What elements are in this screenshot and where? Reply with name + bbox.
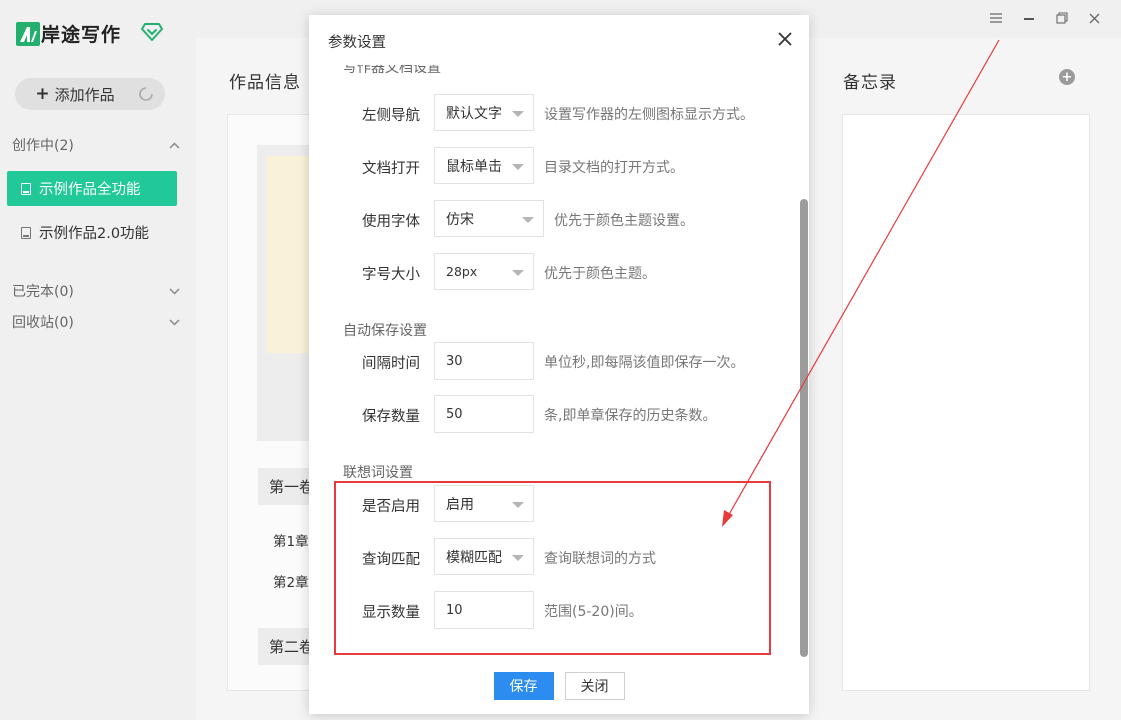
app-logo: 岸途写作 <box>16 20 121 47</box>
work-item-full-demo[interactable]: 示例作品全功能 <box>7 171 177 206</box>
setting-hint: 设置写作器的左侧图标显示方式。 <box>544 107 754 123</box>
setting-label: 左侧导航 <box>362 108 420 124</box>
setting-row-show-count: 显示数量 10 范围(5-20)间。 <box>309 591 789 629</box>
caret-down-icon <box>522 217 534 223</box>
work-item-label: 示例作品2.0功能 <box>39 226 150 242</box>
input-value: 10 <box>446 602 463 618</box>
sidebar: 岸途写作 + 添加作品 创作中(2) 示例作品全功能 示例作品2.0功能 已完本… <box>0 0 196 720</box>
modal-body: 写作器文档设置 左侧导航 默认文字 设置写作器的左侧图标显示方式。 文档打开 鼠… <box>309 63 809 665</box>
setting-row-match: 查询匹配 模糊匹配 查询联想词的方式 <box>309 538 789 576</box>
section-autosave: 自动保存设置 <box>343 323 427 339</box>
book-icon <box>21 226 31 239</box>
app-name: 岸途写作 <box>41 24 122 46</box>
font-size-select[interactable]: 28px <box>434 253 534 290</box>
refresh-icon[interactable] <box>135 83 157 105</box>
setting-row-doc-open: 文档打开 鼠标单击 目录文档的打开方式。 <box>309 147 789 185</box>
save-count-input[interactable]: 50 <box>434 395 534 433</box>
caret-down-icon <box>512 111 524 117</box>
chevron-down-icon <box>169 316 180 329</box>
section-editor-doc: 写作器文档设置 <box>343 63 441 76</box>
setting-row-font: 使用字体 仿宋 优先于颜色主题设置。 <box>309 200 789 238</box>
setting-row-font-size: 字号大小 28px 优先于颜色主题。 <box>309 253 789 291</box>
select-value: 28px <box>446 264 478 279</box>
work-info-title: 作品信息 <box>229 73 301 93</box>
input-value: 30 <box>446 353 463 369</box>
setting-label: 保存数量 <box>362 409 420 425</box>
setting-label: 间隔时间 <box>362 356 420 372</box>
modal-footer: 保存 关闭 <box>309 672 809 702</box>
group-finished[interactable]: 已完本(0) <box>12 281 180 301</box>
group-label: 创作中(2) <box>12 138 74 154</box>
setting-hint: 单位秒,即每隔该值即保存一次。 <box>544 355 745 371</box>
window-controls <box>979 8 1111 28</box>
group-label: 回收站(0) <box>12 315 74 331</box>
minimize-icon[interactable] <box>1012 8 1045 28</box>
caret-down-icon <box>512 502 524 508</box>
close-button[interactable]: 关闭 <box>564 672 625 700</box>
chevron-down-icon <box>169 285 180 298</box>
work-item-v2-demo[interactable]: 示例作品2.0功能 <box>7 215 177 250</box>
plus-icon: + <box>35 84 50 104</box>
match-select[interactable]: 模糊匹配 <box>434 538 534 575</box>
select-value: 鼠标单击 <box>446 158 502 175</box>
doc-open-select[interactable]: 鼠标单击 <box>434 147 534 184</box>
group-in-progress[interactable]: 创作中(2) <box>12 135 180 155</box>
book-icon <box>21 182 31 195</box>
setting-label: 使用字体 <box>362 214 420 230</box>
setting-hint: 范围(5-20)间。 <box>544 604 643 620</box>
show-count-input[interactable]: 10 <box>434 591 534 629</box>
select-value: 仿宋 <box>446 211 474 228</box>
select-value: 默认文字 <box>446 105 502 122</box>
setting-hint: 查询联想词的方式 <box>544 551 656 567</box>
add-work-label: 添加作品 <box>54 85 115 104</box>
select-value: 模糊匹配 <box>446 549 502 566</box>
chapter-row[interactable]: 第1章 <box>273 530 313 550</box>
menu-icon[interactable] <box>979 8 1012 28</box>
vip-diamond-icon[interactable] <box>141 22 163 46</box>
group-label: 已完本(0) <box>12 284 74 300</box>
font-select[interactable]: 仿宋 <box>434 200 544 237</box>
enabled-select[interactable]: 启用 <box>434 485 534 522</box>
select-value: 启用 <box>446 496 474 513</box>
section-suggest: 联想词设置 <box>343 465 413 481</box>
memo-title: 备忘录 <box>843 73 897 93</box>
interval-input[interactable]: 30 <box>434 342 534 380</box>
setting-row-save-count: 保存数量 50 条,即单章保存的历史条数。 <box>309 395 789 433</box>
logo-icon <box>16 21 40 46</box>
left-nav-select[interactable]: 默认文字 <box>434 94 534 131</box>
close-window-icon[interactable] <box>1078 8 1111 28</box>
add-memo-icon[interactable]: + <box>1059 69 1075 85</box>
settings-modal: 参数设置 写作器文档设置 左侧导航 默认文字 设置写作器的左侧图标显示方式。 文… <box>309 15 809 714</box>
setting-row-enabled: 是否启用 启用 <box>309 485 789 523</box>
chevron-up-icon <box>169 139 180 152</box>
save-button[interactable]: 保存 <box>493 672 554 700</box>
memo-card[interactable] <box>842 114 1090 691</box>
modal-title: 参数设置 <box>328 35 386 51</box>
setting-label: 文档打开 <box>362 161 420 177</box>
setting-hint: 条,即单章保存的历史条数。 <box>544 408 717 424</box>
caret-down-icon <box>512 164 524 170</box>
setting-row-interval: 间隔时间 30 单位秒,即每隔该值即保存一次。 <box>309 342 789 380</box>
setting-hint: 优先于颜色主题设置。 <box>554 213 694 229</box>
caret-down-icon <box>512 270 524 276</box>
setting-label: 查询匹配 <box>362 552 420 568</box>
scrollbar-thumb[interactable] <box>800 199 808 657</box>
setting-hint: 优先于颜色主题。 <box>544 266 656 282</box>
restore-icon[interactable] <box>1045 8 1078 28</box>
caret-down-icon <box>512 555 524 561</box>
setting-row-left-nav: 左侧导航 默认文字 设置写作器的左侧图标显示方式。 <box>309 94 789 132</box>
setting-hint: 目录文档的打开方式。 <box>544 160 684 176</box>
setting-label: 字号大小 <box>362 267 420 283</box>
add-work-button[interactable]: + 添加作品 <box>15 78 135 110</box>
close-icon[interactable] <box>775 29 795 49</box>
setting-label: 是否启用 <box>362 499 420 515</box>
add-work-button-group: + 添加作品 <box>15 78 165 110</box>
work-item-label: 示例作品全功能 <box>39 182 141 198</box>
group-recycle-bin[interactable]: 回收站(0) <box>12 312 180 332</box>
setting-label: 显示数量 <box>362 605 420 621</box>
input-value: 50 <box>446 406 463 422</box>
chapter-row[interactable]: 第2章 <box>273 571 313 591</box>
